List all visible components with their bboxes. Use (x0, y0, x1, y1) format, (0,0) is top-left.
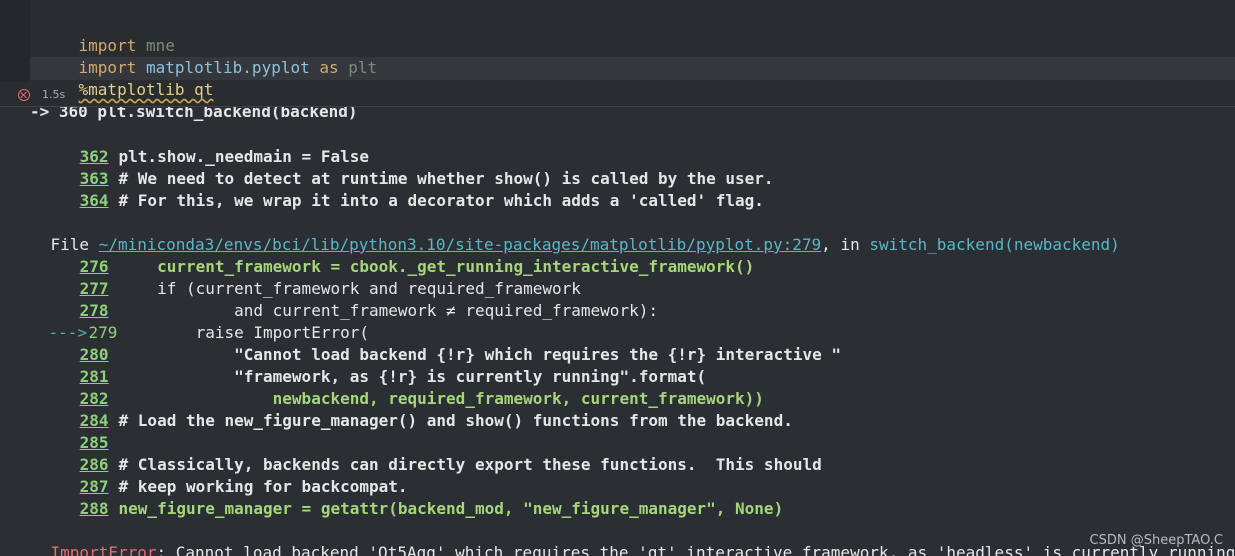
traceback-line: 281 "framework, as {!r} is currently run… (0, 344, 707, 386)
traceback-line: 277 if (current_framework and required_f… (0, 256, 581, 298)
traceback-line: 284 # Load the new_figure_manager() and s… (0, 388, 793, 430)
function-name: switch_backend(newbackend) (869, 235, 1120, 254)
traceback-line: 280 "Cannot load backend {!r} which requ… (0, 322, 841, 364)
traceback-current-line: --->279 raise ImportError( (0, 300, 369, 342)
cell-status: 1.5s (18, 86, 65, 104)
cell-gutter (0, 0, 30, 82)
traceback-line: 288 new_figure_manager = getattr(backend_… (0, 476, 784, 518)
code-line-1[interactable]: import mne (40, 13, 175, 55)
cell-output[interactable]: -> 360 plt.switch_backend(backend) 362 pl… (0, 107, 1235, 556)
traceback-partial-line: -> 360 plt.switch_backend(backend) (30, 107, 358, 121)
code-cell[interactable]: import mne import matplotlib.pyplot as p… (0, 0, 1235, 107)
keyword-as: as (319, 58, 339, 77)
traceback-line: 287 # keep working for backcompat. (0, 454, 408, 496)
traceback-line: 282 newbackend, required_framework, curr… (0, 366, 764, 408)
watermark: CSDN @SheepTAO.C (1089, 533, 1223, 548)
traceback-line: 363 # We need to detect at runtime whethe… (0, 146, 774, 188)
code-line-2[interactable]: import matplotlib.pyplot as plt (40, 35, 378, 77)
traceback-line: 364 # For this, we wrap it into a decorat… (0, 168, 764, 210)
module-alias: plt (348, 58, 378, 77)
line-number[interactable]: 288 (39, 498, 119, 520)
error-message: ImportError: Cannot load backend 'Qt5Agg… (12, 520, 1235, 556)
execution-time: 1.5s (42, 88, 66, 101)
line-number[interactable]: 364 (39, 190, 119, 212)
error-type: ImportError (50, 543, 157, 556)
traceback-line: 278 and current_framework ≠ required_fra… (0, 278, 658, 320)
traceback-line: 286 # Classically, backends can directly … (0, 432, 822, 474)
error-circle-icon (18, 89, 30, 101)
traceback-line: 285 (0, 410, 119, 452)
traceback-line: 276 current_framework = cbook._get_runni… (0, 234, 755, 276)
magic-command: %matplotlib qt (78, 80, 214, 99)
traceback-file-header: File ~/miniconda3/envs/bci/lib/python3.1… (50, 235, 1120, 254)
code-line-3[interactable]: %matplotlib qt (40, 57, 214, 99)
traceback-line: 362 plt.show._needmain = False (0, 124, 369, 166)
